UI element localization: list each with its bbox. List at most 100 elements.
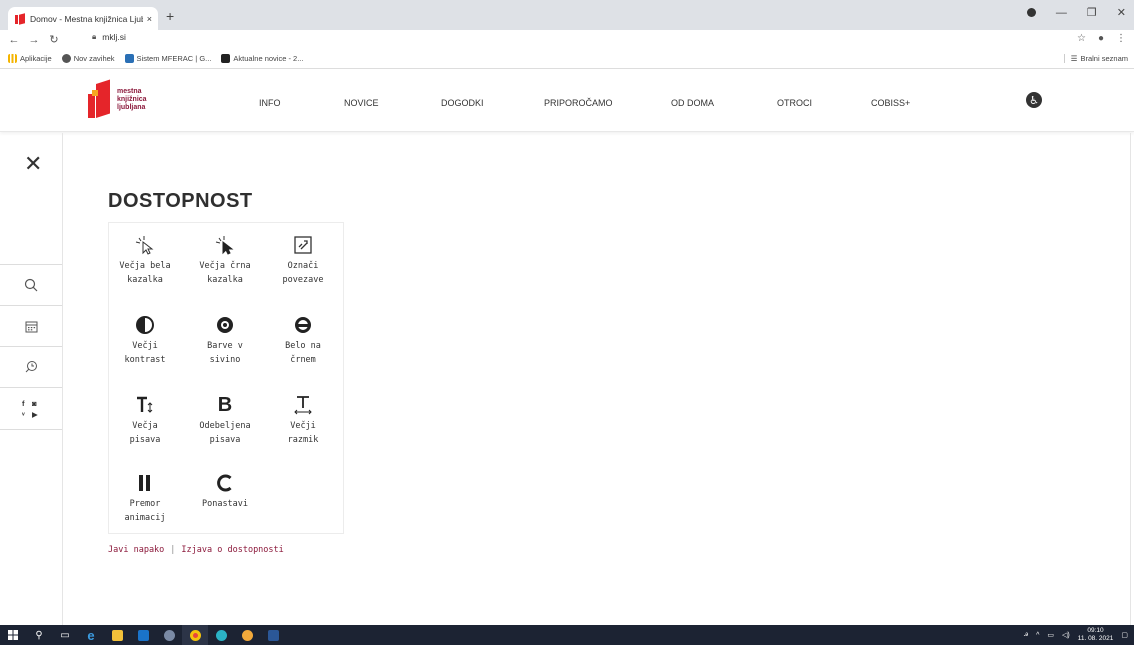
browser-tab[interactable]: Domov - Mestna knjižnica Ljublja ×	[8, 7, 158, 30]
side-calendar-button[interactable]	[0, 306, 62, 347]
bookmark-label: Aktualne novice - 2...	[233, 54, 304, 63]
reading-list-icon: ☰	[1070, 54, 1078, 63]
option-bold-font[interactable]: B Odebeljena pisava	[189, 393, 261, 447]
report-error-link[interactable]: Javi napako	[108, 545, 164, 555]
option-white-cursor[interactable]: Večja bela kazalka	[109, 233, 181, 287]
task-view-icon[interactable]: ▭	[52, 625, 78, 645]
notifications-icon[interactable]: ▢	[1121, 631, 1128, 639]
contrast-icon	[136, 316, 154, 334]
option-label: Večja bela kazalka	[119, 261, 171, 285]
side-hours-button[interactable]	[0, 347, 62, 388]
spacing-icon	[294, 396, 312, 415]
address-bar: ← → ↻ 🔒︎ mklj.si ☆ ● ⋮	[0, 30, 1134, 49]
account-icon[interactable]: ●	[1098, 33, 1104, 44]
bookmark-news[interactable]: Aktualne novice - 2...	[221, 54, 303, 63]
back-icon[interactable]: ←	[8, 34, 20, 46]
new-tab-button[interactable]: +	[166, 8, 174, 24]
left-panel-divider	[62, 133, 63, 625]
right-panel-divider	[1130, 133, 1131, 625]
person-icon[interactable]: ꭿ	[1024, 631, 1028, 639]
nav-priporocamo[interactable]: PRIPOROČAMO	[544, 98, 613, 108]
side-search-button[interactable]	[0, 265, 62, 306]
nav-otroci[interactable]: OTROCI	[777, 98, 812, 108]
windows-logo-icon	[8, 630, 18, 640]
side-social-button[interactable]: f ◙ ᵛ ▶	[0, 388, 62, 429]
nav-cobiss[interactable]: COBISS+	[871, 98, 910, 108]
accessibility-options-panel: Večja bela kazalka Večja črna kazalka Oz…	[108, 222, 344, 534]
twitter-icon[interactable]: ᵛ	[22, 410, 30, 419]
system-tray: ꭿ ^ ▭ ◁) 09:10 11. 08. 2021 ▢	[1024, 627, 1128, 643]
bookmark-star-icon[interactable]: ☆	[1077, 33, 1086, 44]
nav-novice[interactable]: NOVICE	[344, 98, 379, 108]
option-label: Večji razmik	[287, 421, 319, 445]
volume-icon[interactable]: ◁)	[1062, 631, 1070, 639]
side-toolbar: f ◙ ᵛ ▶	[0, 264, 62, 430]
option-reset[interactable]: Ponastavi	[189, 471, 261, 511]
menu-icon[interactable]: ⋮	[1116, 33, 1126, 44]
calendar-icon	[25, 321, 37, 332]
option-label: Večja črna kazalka	[199, 261, 251, 285]
start-button[interactable]	[0, 625, 26, 645]
bookmark-label: Aplikacije	[20, 54, 52, 63]
logo-mark-icon	[88, 79, 112, 118]
app-orange-icon[interactable]	[234, 625, 260, 645]
url-text: mklj.si	[102, 32, 126, 42]
bookmark-apps[interactable]: Aplikacije	[8, 54, 52, 63]
nav-od-doma[interactable]: OD DOMA	[671, 98, 714, 108]
site-favicon-icon	[14, 14, 26, 24]
taskbar-search-icon[interactable]: ⚲	[26, 625, 52, 645]
reset-icon	[217, 474, 232, 492]
option-highlight-links[interactable]: Označi povezave	[267, 233, 339, 287]
option-grayscale[interactable]: Barve v sivino	[189, 313, 261, 367]
internet-explorer-icon[interactable]: e	[78, 625, 104, 645]
option-bigger-spacing[interactable]: Večji razmik	[267, 393, 339, 447]
logo-line: mestna	[117, 88, 142, 95]
option-label: Večja pisava	[129, 421, 161, 445]
taskbar-clock[interactable]: 09:10 11. 08. 2021	[1078, 627, 1114, 643]
edge-icon[interactable]	[208, 625, 234, 645]
nav-info[interactable]: INFO	[259, 98, 281, 108]
app-icon[interactable]	[156, 625, 182, 645]
network-icon[interactable]: ▭	[1047, 631, 1054, 639]
nav-dogodki[interactable]: DOGODKI	[441, 98, 484, 108]
option-contrast[interactable]: Večji kontrast	[109, 313, 181, 367]
news-icon	[221, 54, 231, 63]
reading-list-button[interactable]: ☰ Bralni seznam	[1063, 54, 1128, 63]
reload-icon[interactable]: ↻	[48, 33, 60, 46]
bookmark-new-tab[interactable]: Nov zavihek	[61, 54, 115, 63]
site-logo[interactable]: mestna knjižnica ljubljana	[88, 79, 147, 118]
bold-icon: B	[217, 394, 233, 416]
accessibility-title: DOSTOPNOST	[108, 190, 253, 212]
window-close-icon[interactable]: ✕	[1117, 6, 1126, 19]
accessibility-footer-links: Javi napako | Izjava o dostopnosti	[108, 545, 284, 555]
restore-icon[interactable]: ❐	[1087, 6, 1097, 19]
option-black-cursor[interactable]: Večja črna kazalka	[189, 233, 261, 287]
grayscale-icon	[217, 317, 233, 333]
close-panel-icon[interactable]: ✕	[24, 153, 42, 175]
logo-line: ljubljana	[117, 104, 146, 111]
option-invert[interactable]: Belo na črnem	[267, 313, 339, 367]
chrome-icon[interactable]	[182, 625, 208, 645]
tray-chevron-icon[interactable]: ^	[1036, 632, 1039, 639]
word-icon[interactable]	[260, 625, 286, 645]
forward-icon[interactable]: →	[28, 34, 40, 46]
shield-icon	[124, 54, 134, 63]
logo-text: mestna knjižnica ljubljana	[117, 88, 147, 112]
outlook-icon[interactable]	[130, 625, 156, 645]
accessibility-icon[interactable]: ♿︎	[1026, 92, 1042, 108]
option-pause-animations[interactable]: Premor animacij	[109, 471, 181, 525]
instagram-icon[interactable]: ◙	[32, 399, 40, 408]
profile-icon[interactable]	[1026, 8, 1036, 17]
accessibility-statement-link[interactable]: Izjava o dostopnosti	[181, 545, 283, 555]
link-highlight-icon	[294, 236, 312, 254]
url-field[interactable]: 🔒︎ mklj.si	[92, 32, 126, 42]
youtube-icon[interactable]: ▶	[32, 410, 40, 419]
option-bigger-font[interactable]: Večja pisava	[109, 393, 181, 447]
tab-close-button[interactable]: ×	[147, 14, 152, 24]
browser-tabbar: Domov - Mestna knjižnica Ljublja × + — ❐…	[0, 0, 1134, 30]
file-explorer-icon[interactable]	[104, 625, 130, 645]
minimize-icon[interactable]: —	[1056, 7, 1067, 19]
logo-line: knjižnica	[117, 96, 147, 103]
facebook-icon[interactable]: f	[22, 399, 30, 408]
bookmark-mferac[interactable]: Sistem MFERAC | G...	[124, 54, 211, 63]
